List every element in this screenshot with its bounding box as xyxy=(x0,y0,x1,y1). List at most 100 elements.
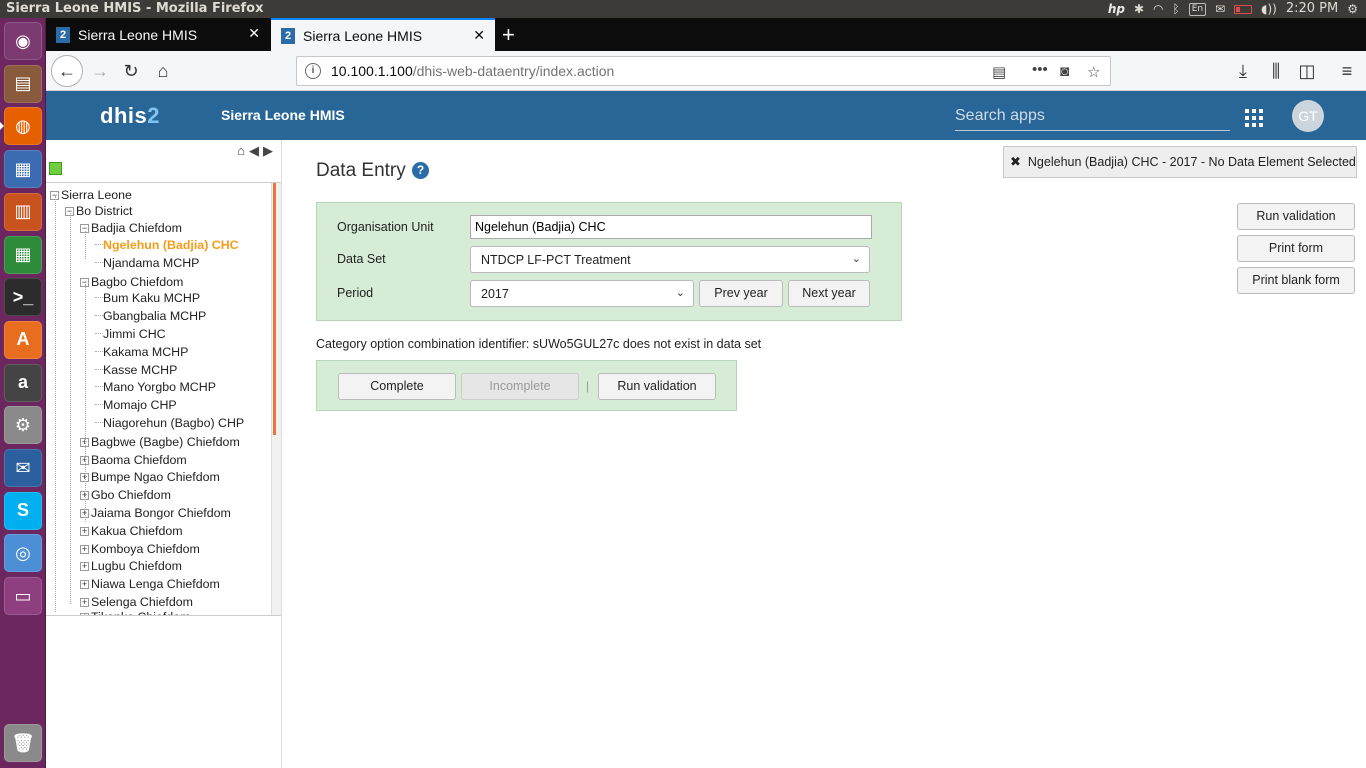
tree-node[interactable]: − Bo District xyxy=(65,203,132,219)
complete-button[interactable]: Complete xyxy=(338,373,456,400)
tree-node[interactable]: + Kakua Chiefdom xyxy=(80,523,183,539)
incomplete-button[interactable]: Incomplete xyxy=(461,373,579,400)
ubuntu-dash-icon[interactable]: ◉ xyxy=(4,22,42,60)
power-icon[interactable]: ⚙ xyxy=(1347,0,1358,18)
tree-node[interactable]: Kasse MCHP xyxy=(95,362,177,378)
chromium-icon[interactable]: ◎ xyxy=(4,534,42,573)
home-icon[interactable]: ⌂ xyxy=(149,57,177,85)
mail-icon[interactable]: ✉ xyxy=(1215,0,1225,18)
data-entry-main: Data Entry ? ✖ Ngelehun (Badjia) CHC - 2… xyxy=(282,140,1366,768)
dhis2-logo[interactable]: dhis2 xyxy=(100,103,160,129)
library-icon[interactable]: ⫼ xyxy=(1262,57,1290,85)
close-tab-icon[interactable]: ✕ xyxy=(248,25,260,42)
print-blank-form-button[interactable]: Print blank form xyxy=(1237,267,1355,294)
profile-avatar[interactable]: GT xyxy=(1292,100,1324,132)
period-select[interactable]: 2017 ⌄ xyxy=(470,280,694,307)
battery-icon[interactable] xyxy=(1234,4,1253,14)
keyboard-layout-indicator[interactable]: En xyxy=(1188,2,1207,16)
org-unit-field[interactable] xyxy=(470,215,872,239)
calc-icon[interactable]: ▦ xyxy=(4,235,42,274)
url-bar[interactable]: i 10.100.1.100/dhis-web-dataentry/index.… xyxy=(296,56,1111,86)
trash-icon[interactable]: 🗑 xyxy=(4,724,42,762)
writer-icon[interactable]: ▦ xyxy=(4,150,42,189)
impress-icon[interactable]: ▥ xyxy=(4,192,42,231)
close-tab-icon[interactable]: ✕ xyxy=(473,27,485,44)
tab-sierra-leone-hmis-2[interactable]: 2 Sierra Leone HMIS ✕ xyxy=(271,18,495,51)
tree-node[interactable]: +Tikonko Chiefdom xyxy=(80,609,190,615)
tree-node[interactable]: − Bagbo Chiefdom xyxy=(80,274,183,290)
data-set-select[interactable]: NTDCP LF-PCT Treatment ⌄ xyxy=(470,246,870,273)
firefox-icon[interactable]: ◍ xyxy=(0,107,42,146)
wifi-icon[interactable]: ◠ xyxy=(1153,0,1163,18)
tree-home-icon[interactable]: ⌂ xyxy=(237,143,245,159)
tree-back-icon[interactable]: ◀ xyxy=(249,143,259,159)
tree-node[interactable]: + Jaiama Bongor Chiefdom xyxy=(80,505,231,521)
help-icon[interactable]: ? xyxy=(412,162,429,179)
run-validation-side-button[interactable]: Run validation xyxy=(1237,203,1355,230)
expand-icon[interactable]: + xyxy=(80,580,89,589)
tree-node[interactable]: + Gbo Chiefdom xyxy=(80,487,171,503)
menu-icon[interactable]: ≡ xyxy=(1333,57,1361,85)
tree-node-label: Niagorehun (Bagbo) CHP xyxy=(103,416,245,430)
forward-icon[interactable]: → xyxy=(86,57,114,85)
tree-connector xyxy=(95,422,103,423)
expand-icon[interactable]: + xyxy=(80,562,89,571)
tree-node[interactable]: + Komboya Chiefdom xyxy=(80,541,200,557)
skype-icon[interactable]: S xyxy=(4,491,42,530)
tree-node[interactable]: − Sierra Leone xyxy=(50,187,132,203)
print-form-button[interactable]: Print form xyxy=(1237,235,1355,262)
dropbox-icon[interactable]: ✱ xyxy=(1134,0,1144,18)
tree-node[interactable]: + Selenga Chiefdom xyxy=(80,594,193,610)
thunderbird-icon[interactable]: ✉ xyxy=(4,449,42,487)
tree-node[interactable]: Njandama MCHP xyxy=(95,255,199,271)
tree-node[interactable]: Gbangbalia MCHP xyxy=(95,308,206,324)
workspace-switcher-icon[interactable]: ▭ xyxy=(4,577,42,616)
tree-node[interactable]: + Bagbwe (Bagbe) Chiefdom xyxy=(80,434,240,450)
tree-node[interactable]: + Baoma Chiefdom xyxy=(80,452,187,468)
run-validation-button[interactable]: Run validation xyxy=(598,373,716,400)
tree-forward-icon[interactable]: ▶ xyxy=(263,143,273,159)
expand-icon[interactable]: + xyxy=(80,598,89,607)
tree-node[interactable]: Ngelehun (Badjia) CHC xyxy=(95,237,239,253)
downloads-icon[interactable]: ⤓ xyxy=(1229,57,1257,85)
expand-icon[interactable]: + xyxy=(80,613,89,615)
tree-node[interactable]: + Niawa Lenga Chiefdom xyxy=(80,576,220,592)
apps-menu-icon[interactable] xyxy=(1245,109,1263,127)
pocket-icon[interactable]: ◙ xyxy=(1060,63,1069,80)
tree-node[interactable]: Jimmi CHC xyxy=(95,326,166,342)
bookmark-star-icon[interactable]: ☆ xyxy=(1087,63,1100,81)
tree-node[interactable]: + Bumpe Ngao Chiefdom xyxy=(80,469,220,485)
prev-year-button[interactable]: Prev year xyxy=(699,280,783,307)
tree-node[interactable]: + Lugbu Chiefdom xyxy=(80,558,182,574)
volume-icon[interactable]: ◖)) xyxy=(1261,0,1277,18)
amazon-icon[interactable]: a xyxy=(4,363,42,402)
tree-node[interactable]: Niagorehun (Bagbo) CHP xyxy=(95,415,244,431)
expand-icon[interactable]: + xyxy=(80,545,89,554)
close-icon[interactable]: ✖ xyxy=(1010,154,1021,170)
clock[interactable]: 2:20 PM xyxy=(1286,0,1338,18)
tab-sierra-leone-hmis-1[interactable]: 2 Sierra Leone HMIS ✕ xyxy=(46,18,270,51)
back-icon[interactable]: ← xyxy=(51,55,83,87)
site-info-icon[interactable]: i xyxy=(305,63,321,79)
tree-node[interactable]: Kakama MCHP xyxy=(95,344,188,360)
tree-node[interactable]: Bum Kaku MCHP xyxy=(95,290,200,306)
tree-scrollbar[interactable] xyxy=(271,183,281,615)
reload-icon[interactable]: ↻ xyxy=(117,57,145,85)
next-year-button[interactable]: Next year xyxy=(788,280,870,307)
bluetooth-icon[interactable]: ᛒ xyxy=(1173,0,1180,18)
tree-node[interactable]: − Badjia Chiefdom xyxy=(80,220,182,236)
settings-icon[interactable]: ⚙ xyxy=(4,406,42,445)
expand-icon[interactable]: + xyxy=(80,527,89,536)
sidebar-icon[interactable]: ◫ xyxy=(1293,57,1321,85)
software-center-icon[interactable]: A xyxy=(4,320,42,359)
new-tab-icon[interactable]: + xyxy=(502,22,515,48)
hp-icon[interactable]: hp xyxy=(1108,0,1125,18)
files-icon[interactable]: ▤ xyxy=(4,64,42,103)
reader-view-icon[interactable]: ▤ xyxy=(992,63,1006,81)
tree-node[interactable]: Momajo CHP xyxy=(95,397,177,413)
terminal-icon[interactable]: >_ xyxy=(4,278,42,317)
tree-node[interactable]: Mano Yorgbo MCHP xyxy=(95,379,216,395)
page-actions-icon[interactable]: ••• xyxy=(1032,61,1048,78)
tree-node-label: Momajo CHP xyxy=(103,398,177,412)
search-apps-input[interactable] xyxy=(955,101,1230,131)
